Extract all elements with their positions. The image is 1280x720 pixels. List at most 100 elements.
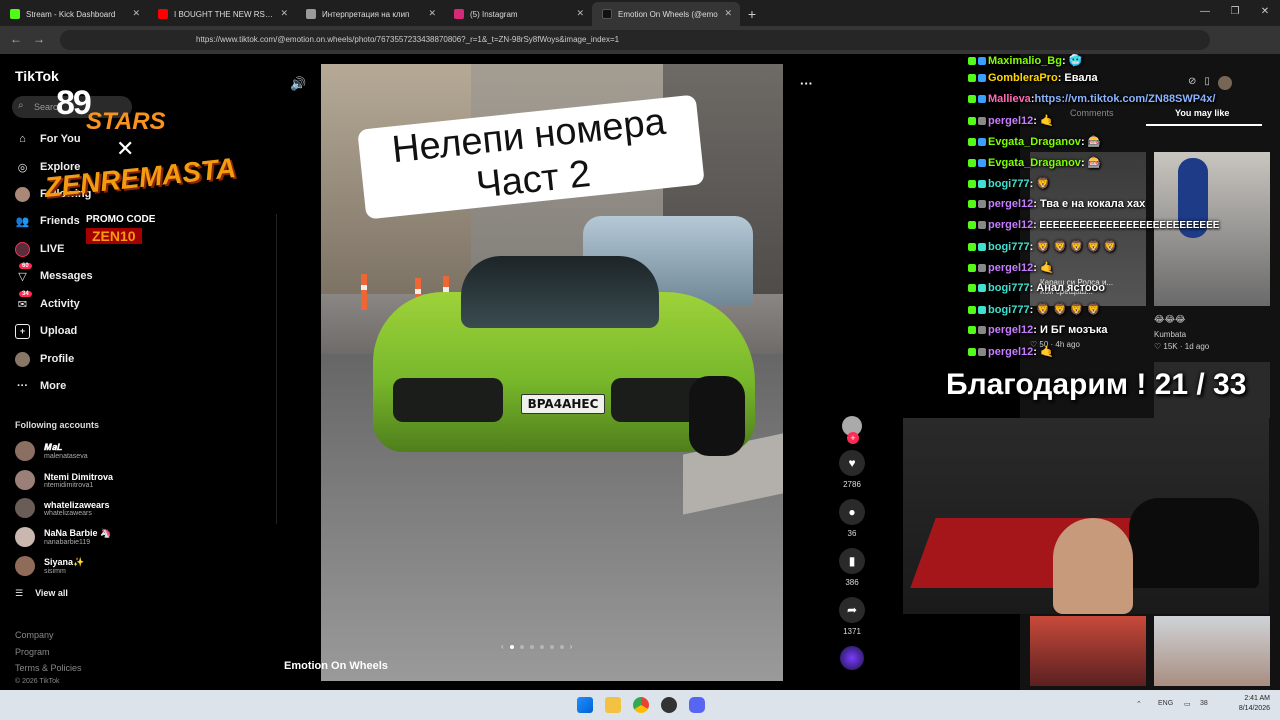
activity-badge: 34 (19, 290, 32, 297)
chat-line: pergel12: И БГ мозъка (968, 324, 1108, 336)
close-icon[interactable]: ✕ (280, 8, 288, 19)
kick-icon (968, 56, 976, 65)
carousel-dot[interactable] (539, 644, 544, 649)
save-button[interactable]: ▮ 386 (836, 548, 868, 587)
tray-chevron-icon[interactable]: ⌃ (1136, 700, 1142, 708)
post-photo[interactable]: BPA4AHEC Нелепи номера Част 2 ‹ › (321, 64, 783, 681)
footer-terms[interactable]: Terms & Policies (15, 663, 82, 673)
discord-icon[interactable] (689, 697, 705, 713)
close-icon[interactable]: ✕ (576, 8, 584, 19)
clock[interactable]: 2:41 AM 8/14/2026 (1239, 694, 1270, 714)
suggested-video-thumb[interactable] (1154, 616, 1270, 686)
wheel (689, 376, 745, 456)
kick-icon (968, 179, 976, 188)
air-intake (393, 378, 503, 422)
view-all-link[interactable]: ☰ View all (15, 588, 68, 599)
following-account[interactable]: 𝑴𝒂𝑳 malenataseva (15, 441, 88, 461)
carousel-dot[interactable] (519, 644, 524, 649)
nav-profile[interactable]: Profile (15, 350, 74, 368)
nav-activity[interactable]: ✉ 34 Activity (15, 290, 80, 313)
restore-icon[interactable]: ❐ (1220, 0, 1250, 24)
chat-link[interactable]: https://vm.tiktok.com/ZN88SWP4x/ (1034, 93, 1215, 105)
badge-icon (978, 347, 986, 356)
share-button[interactable]: ➦ 1371 (836, 597, 868, 636)
badge-icon (978, 158, 986, 167)
profile-icon (15, 351, 30, 367)
chevron-right-icon[interactable]: › (570, 642, 573, 651)
more-options-icon[interactable]: ··· (800, 76, 813, 91)
comment-button[interactable]: ● 36 (836, 499, 868, 538)
sponsor-logo-overlay: 89 STARS ✕ ZENREMASTA PROMO CODE ZEN10 (42, 84, 238, 244)
close-icon[interactable]: ✕ (132, 8, 140, 19)
browser-tab-kick[interactable]: Stream - Kick Dashboard ✕ (0, 2, 148, 26)
chat-line: Evgata_Draganov: 🎰 (968, 156, 1101, 169)
share-icon: ➦ (839, 597, 865, 623)
browser-tab-instagram[interactable]: (5) Instagram ✕ (444, 2, 592, 26)
music-disc-icon[interactable] (840, 646, 864, 670)
close-icon[interactable]: ✕ (724, 8, 732, 19)
following-account[interactable]: Siyana✨ sisimm (15, 556, 84, 576)
badge-icon (978, 116, 986, 125)
footer-company[interactable]: Company (15, 630, 54, 640)
kick-icon (968, 284, 976, 292)
minimize-icon[interactable]: — (1190, 0, 1220, 24)
back-icon[interactable]: ← (10, 32, 22, 46)
browser-tab-youtube[interactable]: I BOUGHT THE NEW RS5 TO RE✕ (148, 2, 296, 26)
chevron-left-icon[interactable]: ‹ (501, 642, 504, 651)
close-icon[interactable]: ✕ (428, 8, 436, 19)
network-icon[interactable]: ▭ (1184, 700, 1191, 708)
kick-icon (968, 74, 976, 82)
kick-icon (968, 200, 976, 208)
windows-start-icon[interactable] (577, 697, 593, 713)
friends-icon: 👥 (15, 215, 30, 228)
badge-icon (978, 326, 986, 334)
close-window-icon[interactable]: ✕ (1250, 0, 1280, 24)
footer-program[interactable]: Program (15, 647, 50, 657)
like-button[interactable]: ♥ 2786 (836, 450, 868, 489)
url-field[interactable]: https://www.tiktok.com/@emotion.on.wheel… (60, 30, 1210, 50)
obs-icon[interactable] (661, 697, 677, 713)
divider (276, 214, 277, 524)
creator-avatar-button[interactable]: + (836, 416, 868, 444)
chat-line: bogi777: 🦁 (968, 177, 1050, 190)
follow-plus-icon[interactable]: + (847, 432, 859, 444)
chat-line: bogi777: 🦁 🦁 🦁 🦁 🦁 (968, 240, 1117, 253)
youtube-icon (158, 9, 168, 19)
kick-icon (968, 326, 976, 334)
following-account[interactable]: NaNa Barbie 🦄 nanabarbie119 (15, 527, 111, 547)
badge-icon (978, 137, 986, 146)
chat-line: bogi777: Анал ястооо (968, 282, 1105, 294)
following-account[interactable]: Ntemi Dimitrova ntemidimitrova1 (15, 470, 113, 490)
nav-more[interactable]: ··· More (15, 377, 66, 395)
kick-icon (968, 158, 976, 167)
browser-tab-tiktok[interactable]: Emotion On Wheels (@emo ✕ (592, 2, 740, 26)
file-explorer-icon[interactable] (605, 697, 621, 713)
carousel-dot[interactable] (509, 644, 514, 649)
kick-icon (968, 242, 976, 251)
post-author[interactable]: Emotion On Wheels · 6h ago (284, 660, 424, 672)
carousel-dot[interactable] (529, 644, 534, 649)
forward-icon[interactable]: → (33, 32, 45, 46)
badge-icon (978, 242, 986, 251)
more-icon: ··· (17, 380, 28, 392)
tiktok-page: TikTok ⌕ Search ⌂ For You ◎ Explore Followi… (0, 54, 1280, 690)
nav-messages[interactable]: ▽ 60 Messages (15, 262, 93, 285)
nav-upload[interactable]: + Upload (15, 322, 77, 340)
badge-icon (978, 221, 986, 229)
address-bar-row: ← → https://www.tiktok.com/@emotion.on.w… (0, 26, 1280, 54)
browser-tab-clip[interactable]: Интерпретация на клип ✕ (296, 2, 444, 26)
action-bar: + ♥ 2786 ● 36 ▮ 386 ➦ 1371 (836, 416, 868, 670)
chrome-icon[interactable] (633, 697, 649, 713)
carousel-dot[interactable] (549, 644, 554, 649)
tiktok-logo[interactable]: TikTok (15, 68, 59, 84)
new-tab-button[interactable]: + (740, 2, 764, 26)
following-account[interactable]: whatelizawears whatelizawears (15, 498, 110, 518)
carousel-dot[interactable] (559, 644, 564, 649)
window-controls: — ❐ ✕ (1190, 0, 1280, 24)
suggested-video-thumb[interactable] (1030, 616, 1146, 686)
lang-indicator[interactable]: ENG (1158, 700, 1173, 707)
volume-icon[interactable]: 🔊 (290, 76, 306, 92)
chat-line: pergel12: ЕЕЕЕЕЕЕЕЕЕЕЕЕЕЕЕЕЕЕЕЕЕЕЕЕЕЕ (968, 219, 1219, 231)
avatar (15, 498, 35, 518)
battery-level[interactable]: 38 (1200, 700, 1208, 707)
